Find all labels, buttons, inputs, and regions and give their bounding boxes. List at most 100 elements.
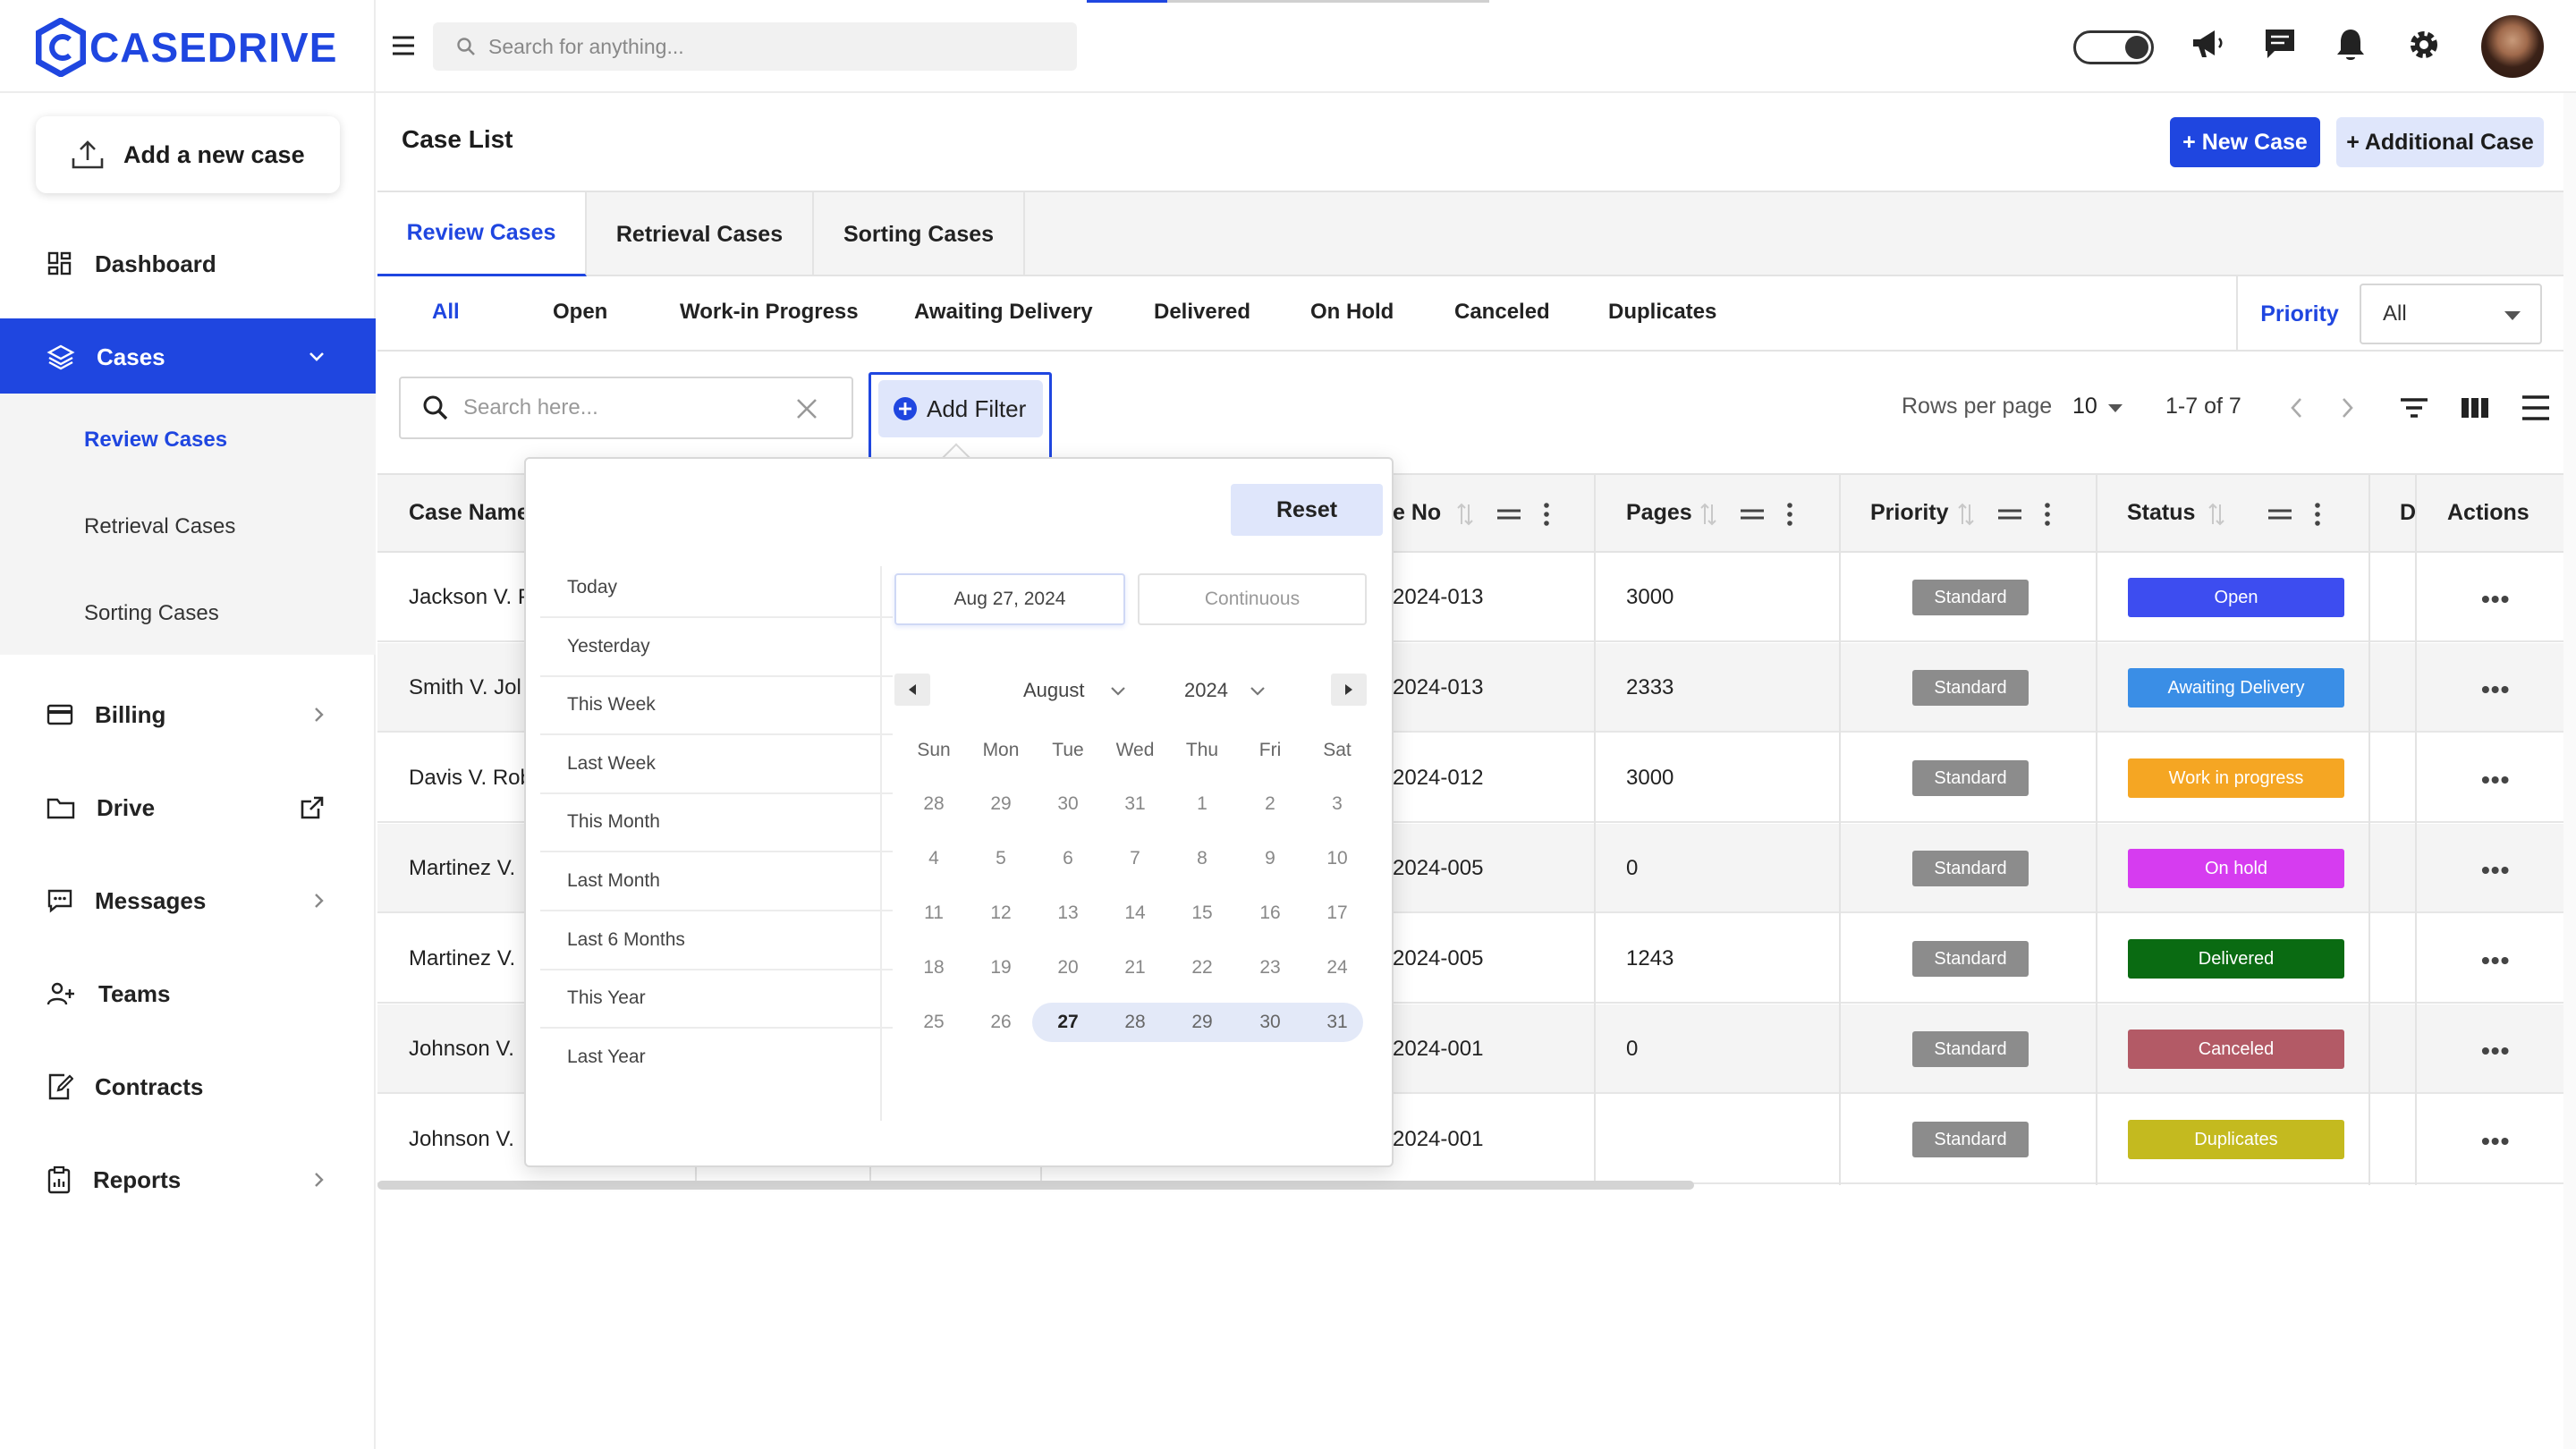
vertical-scrollbar[interactable] xyxy=(2563,93,2576,1449)
additional-case-button[interactable]: + Additional Case xyxy=(2336,117,2544,167)
calendar-day[interactable]: 11 xyxy=(907,895,961,931)
column-header-status[interactable]: Status xyxy=(2127,500,2195,526)
calendar-day[interactable]: 13 xyxy=(1041,895,1095,931)
sidebar-item-reports[interactable]: Reports xyxy=(0,1141,376,1218)
status-filter-duplicates[interactable]: Duplicates xyxy=(1608,300,1716,325)
row-actions-icon[interactable]: ••• xyxy=(2481,1037,2510,1065)
row-actions-icon[interactable]: ••• xyxy=(2481,675,2510,704)
sort-icon[interactable] xyxy=(1957,502,1975,527)
month-select[interactable]: August xyxy=(1023,679,1126,702)
sort-icon[interactable] xyxy=(1456,502,1474,527)
sidebar-item-dashboard[interactable]: Dashboard xyxy=(0,225,376,302)
date-preset-last-week[interactable]: Last Week xyxy=(540,735,893,794)
menu-icon[interactable] xyxy=(390,34,417,57)
date-preset-last-year[interactable]: Last Year xyxy=(540,1029,893,1088)
calendar-day[interactable]: 25 xyxy=(907,1004,961,1040)
column-options-icon[interactable] xyxy=(1542,502,1551,527)
logo[interactable]: CASEDRIVE xyxy=(36,16,337,79)
date-preset-this-year[interactable]: This Year xyxy=(540,970,893,1030)
calendar-day[interactable]: 22 xyxy=(1175,950,1229,986)
column-header-case-no[interactable]: e No xyxy=(1393,500,1441,526)
caret-down-icon[interactable] xyxy=(2108,404,2123,412)
calendar-day[interactable]: 18 xyxy=(907,950,961,986)
sidebar-item-drive[interactable]: Drive xyxy=(0,769,376,846)
calendar-day[interactable]: 14 xyxy=(1108,895,1162,931)
column-options-icon[interactable] xyxy=(2313,502,2322,527)
column-header-case-name[interactable]: Case Name xyxy=(409,500,530,526)
status-filter-all[interactable]: All xyxy=(432,300,460,325)
reset-button[interactable]: Reset xyxy=(1231,484,1383,536)
date-preset-today[interactable]: Today xyxy=(540,559,893,618)
column-header-d[interactable]: D xyxy=(2400,500,2416,526)
table-search-input[interactable]: Search here... xyxy=(399,377,853,439)
status-filter-canceled[interactable]: Canceled xyxy=(1454,300,1550,325)
sort-icon[interactable] xyxy=(1699,502,1717,527)
calendar-day[interactable]: 31 xyxy=(1108,786,1162,822)
calendar-day[interactable]: 28 xyxy=(1108,1004,1162,1040)
start-date-input[interactable]: Aug 27, 2024 xyxy=(894,573,1125,625)
calendar-day[interactable]: 1 xyxy=(1175,786,1229,822)
add-filter-button[interactable]: Add Filter xyxy=(878,380,1043,437)
calendar-day[interactable]: 30 xyxy=(1243,1004,1297,1040)
calendar-day[interactable]: 23 xyxy=(1243,950,1297,986)
sidebar-item-cases[interactable]: Cases xyxy=(0,318,376,395)
column-menu-icon[interactable] xyxy=(2267,507,2293,521)
calendar-day[interactable]: 20 xyxy=(1041,950,1095,986)
column-menu-icon[interactable] xyxy=(1996,507,2023,521)
sort-icon[interactable] xyxy=(2207,502,2225,527)
calendar-day[interactable]: 30 xyxy=(1041,786,1095,822)
calendar-day[interactable]: 17 xyxy=(1310,895,1364,931)
priority-select[interactable]: All xyxy=(2360,284,2542,344)
calendar-day[interactable]: 4 xyxy=(907,841,961,877)
calendar-day[interactable]: 10 xyxy=(1310,841,1364,877)
prev-month-button[interactable] xyxy=(894,674,930,706)
calendar-day[interactable]: 15 xyxy=(1175,895,1229,931)
column-menu-icon[interactable] xyxy=(1496,507,1522,521)
date-preset-this-month[interactable]: This Month xyxy=(540,793,893,853)
calendar-day[interactable]: 2 xyxy=(1243,786,1297,822)
sidebar-subitem-review-cases[interactable]: Review Cases xyxy=(84,428,227,453)
column-menu-icon[interactable] xyxy=(1739,507,1766,521)
row-actions-icon[interactable]: ••• xyxy=(2481,946,2510,975)
calendar-day[interactable]: 31 xyxy=(1310,1004,1364,1040)
end-date-input[interactable]: Continuous xyxy=(1138,573,1367,625)
calendar-day[interactable]: 5 xyxy=(974,841,1028,877)
column-header-priority[interactable]: Priority xyxy=(1870,500,1949,526)
column-options-icon[interactable] xyxy=(1785,502,1794,527)
new-case-button[interactable]: + New Case xyxy=(2170,117,2320,167)
calendar-day[interactable]: 9 xyxy=(1243,841,1297,877)
calendar-day[interactable]: 6 xyxy=(1041,841,1095,877)
sidebar-subitem-sorting-cases[interactable]: Sorting Cases xyxy=(84,601,219,626)
date-preset-last-month[interactable]: Last Month xyxy=(540,852,893,911)
date-preset-yesterday[interactable]: Yesterday xyxy=(540,618,893,677)
tab-review-cases[interactable]: Review Cases xyxy=(377,192,587,276)
theme-toggle[interactable] xyxy=(2073,30,2154,64)
sidebar-subitem-retrieval-cases[interactable]: Retrieval Cases xyxy=(84,514,235,539)
calendar-day[interactable]: 29 xyxy=(1175,1004,1229,1040)
calendar-day[interactable]: 12 xyxy=(974,895,1028,931)
row-actions-icon[interactable]: ••• xyxy=(2481,856,2510,885)
user-avatar[interactable] xyxy=(2481,15,2544,78)
calendar-day[interactable]: 19 xyxy=(974,950,1028,986)
gear-icon[interactable] xyxy=(2406,27,2442,63)
sidebar-item-contracts[interactable]: Contracts xyxy=(0,1048,376,1125)
sidebar-item-teams[interactable]: Teams xyxy=(0,955,376,1032)
row-actions-icon[interactable]: ••• xyxy=(2481,585,2510,614)
status-filter-on-hold[interactable]: On Hold xyxy=(1310,300,1394,325)
clear-search-icon[interactable] xyxy=(794,396,819,421)
calendar-day[interactable]: 16 xyxy=(1243,895,1297,931)
sidebar-item-billing[interactable]: Billing xyxy=(0,676,376,753)
year-select[interactable]: 2024 xyxy=(1184,679,1266,702)
external-link-icon[interactable] xyxy=(299,794,326,821)
status-filter-work-in-progress[interactable]: Work-in Progress xyxy=(680,300,859,325)
date-preset-last-6-months[interactable]: Last 6 Months xyxy=(540,911,893,970)
density-icon[interactable] xyxy=(2521,394,2551,422)
next-month-button[interactable] xyxy=(1331,674,1367,706)
date-preset-this-week[interactable]: This Week xyxy=(540,676,893,736)
global-search-input[interactable]: Search for anything... xyxy=(433,22,1077,71)
horizontal-scrollbar[interactable] xyxy=(377,1181,1694,1190)
chat-icon[interactable] xyxy=(2263,27,2297,61)
row-actions-icon[interactable]: ••• xyxy=(2481,766,2510,794)
status-filter-delivered[interactable]: Delivered xyxy=(1154,300,1250,325)
calendar-day[interactable]: 24 xyxy=(1310,950,1364,986)
